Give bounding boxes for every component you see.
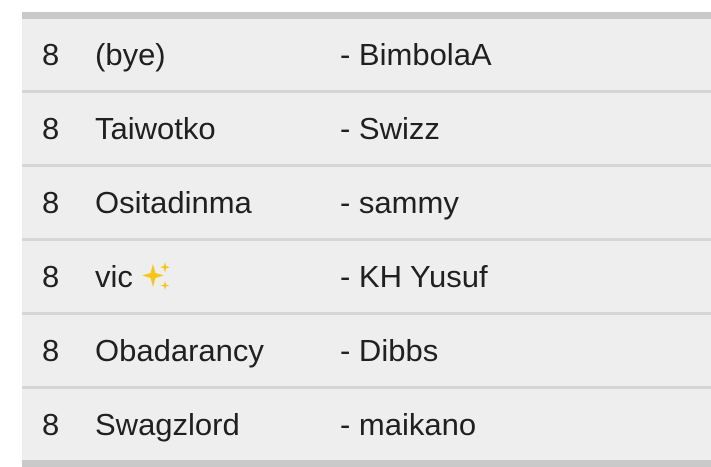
row-number: 8 <box>42 36 60 72</box>
row-number: 8 <box>42 258 60 294</box>
row-number: 8 <box>42 332 60 368</box>
table-row: 8 Obadarancy - Dibbs <box>22 315 711 389</box>
partner-name: - KH Yusuf <box>340 258 488 294</box>
player-name: (bye) <box>95 36 166 72</box>
partner-name: - Swizz <box>340 110 440 146</box>
player-name-text: vic <box>95 258 133 294</box>
table-row: 8 Taiwotko - Swizz <box>22 93 711 167</box>
table-row: 8 Ositadinma - sammy <box>22 167 711 241</box>
partner-name: - Dibbs <box>340 332 439 368</box>
table-row: 8 (bye) - BimbolaA <box>22 19 711 93</box>
table-row: 8 vic - KH Yusuf <box>22 241 711 315</box>
table-frame: 8 (bye) - BimbolaA 8 Taiwotko - Swizz 8 … <box>22 12 711 467</box>
partner-name: - maikano <box>340 406 477 442</box>
partner-name: - sammy <box>340 184 459 220</box>
player-name: Swagzlord <box>95 406 240 442</box>
player-name: Ositadinma <box>95 184 252 220</box>
table-row: 8 Swagzlord - maikano <box>22 389 711 460</box>
pairings-table: 8 (bye) - BimbolaA 8 Taiwotko - Swizz 8 … <box>22 19 711 460</box>
row-number: 8 <box>42 184 60 220</box>
player-name: Taiwotko <box>95 110 216 146</box>
row-number: 8 <box>42 110 60 146</box>
player-name: vic <box>95 259 173 295</box>
partner-name: - BimbolaA <box>340 36 492 72</box>
sparkles-icon <box>141 261 170 290</box>
player-name: Obadarancy <box>95 332 264 368</box>
row-number: 8 <box>42 406 60 442</box>
